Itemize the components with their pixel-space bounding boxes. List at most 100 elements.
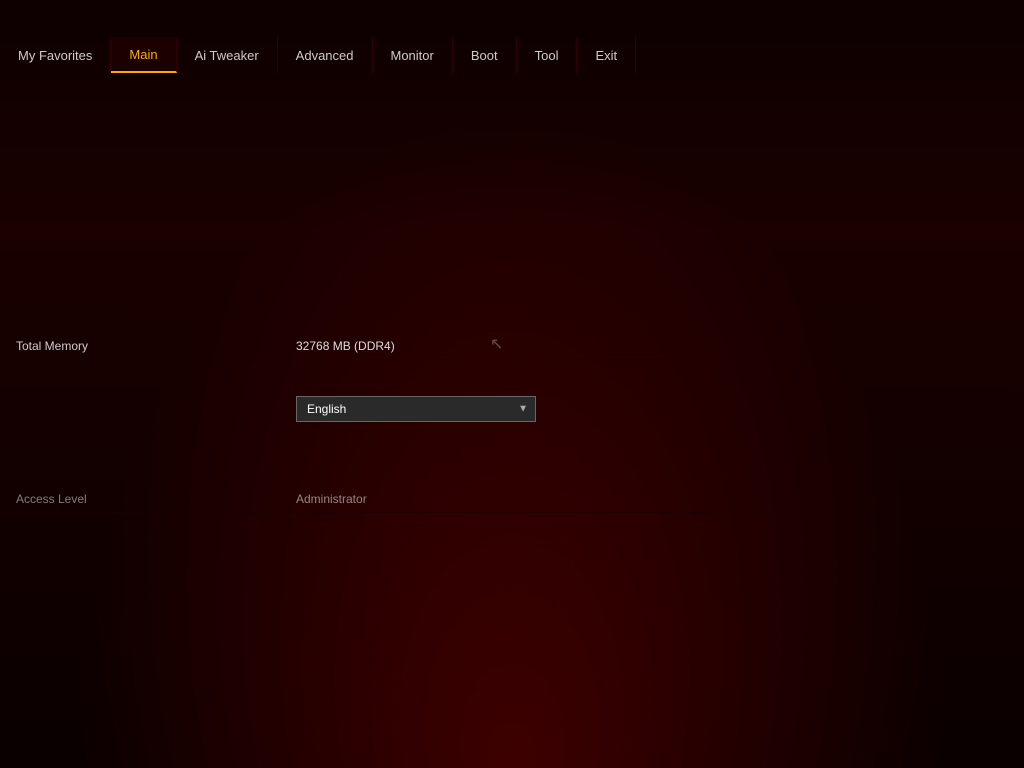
top-bar: UEFI BIOS Utility – Advanced Mode 09/26/… <box>0 0 1024 38</box>
system-time-label: System Time <box>16 464 296 478</box>
cpu-voltage-val-row: 1.426 V <box>852 223 1012 239</box>
v12-row: +12V +5V <box>852 389 1012 400</box>
ec1-label: EC1 Version <box>16 168 296 182</box>
led-ec-version-row: LED EC Version LED-0116 <box>0 217 839 245</box>
hw-voltage-section: Voltage +12V +5V 11.968 V 4.959 V +3.3V … <box>840 363 1024 455</box>
ec1-version-row: EC1 Version MBEC-AM4-0326 <box>0 161 839 189</box>
system-date-value: 09/26/2018 <box>296 436 823 450</box>
cpu-apu-val-row: 100.00 MHz 39.25x <box>852 192 1012 208</box>
cpu-speed-row: Speed 3925 MHz <box>0 304 839 332</box>
logo-area <box>10 5 46 33</box>
mem-capacity-row: Capacity <box>852 315 1012 326</box>
total-memory-row: Total Memory 32768 MB (DDR4) ↖ <box>0 332 839 360</box>
ec2-version-row: EC2 Version RGE2-AM4-0106 <box>0 189 839 217</box>
system-date-row[interactable]: System Date 09/26/2018 <box>0 429 839 457</box>
ec2-label: EC2 Version <box>16 196 296 210</box>
brand-string-row: Brand String AMD Ryzen 5 1600X Six-Core … <box>0 276 839 304</box>
bios-version-value: 4012 x64 <box>297 112 822 126</box>
tuning-icon: 💡 <box>795 12 809 25</box>
mem-capacity-val-row: 32768 MB <box>852 328 1012 344</box>
ez-mode-link[interactable]: EzMode(F7) ↵ <box>796 733 901 745</box>
language-dropdown-wrapper[interactable]: English French German Spanish Chinese ▼ <box>296 396 536 422</box>
cpu-voltage-row: Core Voltage <box>852 210 1012 221</box>
clock-time: 06:31 <box>355 6 411 32</box>
status-text: Choose the default language <box>46 694 199 708</box>
status-bar: i Choose the default language <box>0 682 839 718</box>
rog-logo <box>10 5 46 33</box>
sidebar-divider-2 <box>852 356 1012 357</box>
memory-speed-value: 3200 MHz <box>296 367 823 381</box>
hw-voltage-title: Voltage <box>852 367 1012 385</box>
build-date-row: Build Date 04/20/2018 <box>0 133 839 161</box>
ec2-value: RGE2-AM4-0106 <box>296 196 823 210</box>
fan-icon: ⚙ <box>682 12 692 25</box>
hw-cpu-section: CPU Frequency Temperature 3925 MHz 47°C … <box>840 122 1024 245</box>
top-bar-items: 🌐 English 🔖 MyFavorite(F3) ⚙ Qfan Contro… <box>504 10 1014 28</box>
nav-monitor[interactable]: Monitor <box>373 37 453 73</box>
cpu-freq-val-row: 3925 MHz 47°C <box>852 161 1012 177</box>
settings-icon[interactable]: ⚙ <box>417 10 430 27</box>
nav-my-favorites[interactable]: My Favorites <box>0 37 111 73</box>
brand-string-value: AMD Ryzen 5 1600X Six-Core Processor <box>296 283 823 297</box>
content-area: BIOS Information BIOS Version 4012 x64 B… <box>0 74 1024 718</box>
nav-main[interactable]: Main <box>111 37 176 73</box>
main-container: UEFI BIOS Utility – Advanced Mode 09/26/… <box>0 0 1024 768</box>
nav-boot[interactable]: Boot <box>453 37 517 73</box>
memory-speed-label: Speed <box>16 367 296 381</box>
system-language-label: System Language <box>16 402 296 417</box>
hardware-monitor-panel: 🖥 Hardware Monitor CPU Frequency Tempera… <box>839 74 1024 718</box>
led-ec-label: LED EC Version <box>16 224 296 238</box>
access-level-value: Administrator <box>296 492 823 506</box>
hardware-monitor-title: 🖥 Hardware Monitor <box>840 82 1024 116</box>
nav-bar: My Favorites Main Ai Tweaker Advanced Mo… <box>0 38 1024 74</box>
ez-mode-icon: ↵ <box>875 734 883 745</box>
cpu-speed-label: Speed <box>16 311 296 325</box>
build-date-value: 04/20/2018 <box>297 140 822 154</box>
cpu-speed-value: 3925 MHz <box>296 311 823 325</box>
access-level-label: Access Level <box>16 492 296 506</box>
nav-exit[interactable]: Exit <box>577 37 636 73</box>
led-ec-value: LED-0116 <box>296 224 823 238</box>
nav-ai-tweaker[interactable]: Ai Tweaker <box>177 37 278 73</box>
mem-freq-row: Frequency Voltage <box>852 284 1012 295</box>
access-level-row: Access Level Administrator <box>0 485 839 513</box>
clock-area: 09/26/2018 Wednesday 06:31 ⚙ <box>296 6 429 32</box>
qfan-control-btn[interactable]: ⚙ Qfan Control(F6) <box>682 12 778 25</box>
system-language-row[interactable]: System Language English French German Sp… <box>0 388 839 429</box>
bottom-bar: Last Modified EzMode(F7) ↵ Search on FAQ… <box>0 718 1024 768</box>
main-content: BIOS Information BIOS Version 4012 x64 B… <box>0 74 839 718</box>
total-memory-label: Total Memory <box>16 339 296 353</box>
heart-icon: 🔖 <box>574 12 588 25</box>
cpu-apu-row: APU Freq Ratio <box>852 179 1012 190</box>
language-selector[interactable]: 🌐 English <box>504 12 558 25</box>
v33-val-row: 3.291 V <box>852 433 1012 449</box>
content-spacer <box>0 513 839 682</box>
nav-tool[interactable]: Tool <box>517 37 578 73</box>
sidebar-divider-1 <box>852 251 1012 252</box>
cursor-icon: ↖ <box>490 334 503 354</box>
monitor-icon: 🖥 <box>852 88 870 105</box>
brand-string-label: Brand String <box>16 283 296 297</box>
clock-date: 09/26/2018 Wednesday <box>296 8 349 30</box>
total-memory-value: 32768 MB (DDR4) <box>296 339 823 353</box>
language-dropdown[interactable]: English French German Spanish Chinese <box>296 396 536 422</box>
hw-memory-section: Memory Frequency Voltage 3200 MHz 1.350 … <box>840 258 1024 350</box>
system-time-row[interactable]: System Time 06:31:02 <box>0 457 839 485</box>
search-faq-link[interactable]: Search on FAQ <box>901 733 1008 745</box>
bios-version-row: BIOS Version 4012 x64 <box>0 105 839 133</box>
system-time-value: 06:31:02 <box>296 464 823 478</box>
question-icon: ? <box>999 13 1005 25</box>
last-modified-link[interactable]: Last Modified <box>697 733 795 745</box>
copyright-text: Version 2.17.1246. Copyright (C) 2018 Am… <box>0 745 1024 756</box>
bios-title: UEFI BIOS Utility – Advanced Mode <box>60 11 278 26</box>
nav-advanced[interactable]: Advanced <box>278 37 373 73</box>
cpu-info-header: CPU Information <box>0 249 839 276</box>
info-icon: i <box>16 691 36 711</box>
globe-icon: 🌐 <box>504 12 518 25</box>
v33-row: +3.3V <box>852 420 1012 431</box>
mem-freq-val-row: 3200 MHz 1.350 V <box>852 297 1012 313</box>
v12-val-row: 11.968 V 4.959 V <box>852 402 1012 418</box>
my-favorite-btn[interactable]: 🔖 MyFavorite(F3) <box>574 12 666 25</box>
hotkeys-btn[interactable]: Hot Keys ? <box>941 10 1014 28</box>
ez-tuning-btn[interactable]: 💡 EZ Tuning Wizard(F11) <box>795 12 926 25</box>
